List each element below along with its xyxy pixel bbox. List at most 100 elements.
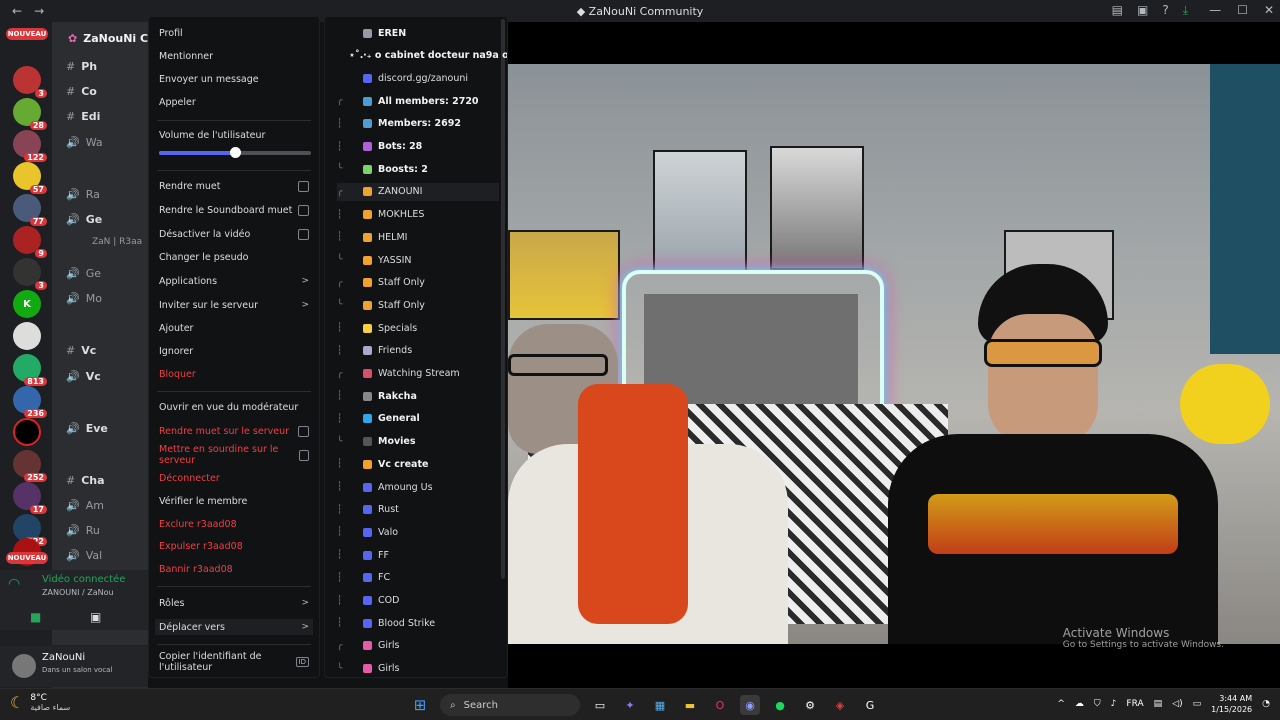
server-icon[interactable]: 122: [13, 130, 47, 162]
cloud-icon[interactable]: ☁: [1075, 699, 1084, 709]
submenu-scrollbar[interactable]: [501, 19, 505, 579]
screen-share-icon[interactable]: ▣: [90, 610, 101, 624]
server-icon[interactable]: 17: [13, 482, 47, 514]
move-target-channel[interactable]: ┆ Amoung Us: [337, 478, 499, 496]
menu-ban[interactable]: Bannir r3aad08: [159, 561, 309, 577]
taskbar-search[interactable]: ⌕ Search: [440, 694, 580, 716]
channel-item[interactable]: # Co: [66, 85, 97, 98]
channel-item[interactable]: # Edi: [66, 110, 100, 123]
move-target-channel[interactable]: ╰ Staff Only: [337, 296, 499, 314]
move-target-channel[interactable]: ┆ Vc create: [337, 455, 499, 473]
menu-call[interactable]: Appeler: [159, 94, 309, 110]
language-indicator[interactable]: FRA: [1126, 699, 1143, 709]
download-icon[interactable]: ⤓: [1183, 3, 1188, 18]
server-icon[interactable]: 28: [13, 98, 47, 130]
voice-channel-item[interactable]: 🔊 Ru: [66, 524, 100, 537]
move-target-channel[interactable]: ┆ FC: [337, 569, 499, 587]
voice-channel-item[interactable]: 🔊 Ra: [66, 188, 100, 201]
voice-user[interactable]: ZaN | R3aa: [86, 237, 142, 247]
minimize-icon[interactable]: —: [1209, 3, 1221, 17]
server-icon[interactable]: 813: [13, 354, 47, 386]
move-target-channel[interactable]: ╭ Watching Stream: [337, 365, 499, 383]
weather-widget[interactable]: ☾ 8°C سماء صافية: [10, 693, 70, 712]
menu-server-deafen[interactable]: Mettre en sourdine sur le serveur: [159, 444, 309, 466]
menu-kick[interactable]: Exclure r3aad08: [159, 516, 309, 532]
move-target-channel[interactable]: ┆ MOKHLES: [337, 206, 499, 224]
menu-change-nickname[interactable]: Changer le pseudo: [159, 249, 309, 265]
server-icon[interactable]: [13, 418, 41, 446]
spotify-icon[interactable]: ●: [770, 695, 790, 715]
move-target-channel[interactable]: ┆ Members: 2692: [337, 115, 499, 133]
screen-icon[interactable]: ▣: [1137, 3, 1148, 18]
voice-channel-name[interactable]: ZANOUNI / ZaNou: [42, 588, 114, 597]
menu-verify-member[interactable]: Vérifier le membre: [159, 493, 309, 509]
mute-checkbox[interactable]: [298, 180, 309, 192]
battery-icon[interactable]: ▭: [1193, 699, 1202, 709]
move-target-channel[interactable]: EREN: [337, 24, 499, 42]
move-target-channel[interactable]: ╰ YASSIN: [337, 251, 499, 269]
voice-channel-item[interactable]: 🔊 Val: [66, 549, 102, 562]
move-target-channel[interactable]: ╰ Movies: [337, 433, 499, 451]
menu-invite[interactable]: Inviter sur le serveur >: [159, 297, 309, 313]
store-icon[interactable]: ▦: [650, 695, 670, 715]
server-icon[interactable]: [13, 322, 41, 350]
menu-moderator-view[interactable]: Ouvrir en vue du modérateur: [159, 399, 309, 415]
windows-start-icon[interactable]: ⊞: [410, 695, 430, 715]
camera-icon[interactable]: ■: [30, 610, 41, 624]
slider-handle[interactable]: [230, 147, 241, 158]
video-checkbox[interactable]: [298, 228, 309, 240]
move-target-channel[interactable]: ┆ FF: [337, 546, 499, 564]
move-target-channel[interactable]: ╰ Girls: [337, 660, 499, 677]
voice-channel-item[interactable]: 🔊 Wa: [66, 136, 103, 149]
move-target-channel[interactable]: ┆ COD: [337, 592, 499, 610]
server-icon[interactable]: 236: [13, 386, 47, 418]
menu-disconnect[interactable]: Déconnecter: [159, 470, 309, 486]
back-arrow-icon[interactable]: ←: [12, 4, 22, 18]
menu-copy-user-id[interactable]: Copier l'identifiant de l'utilisateur ID: [159, 651, 309, 673]
discord-icon[interactable]: ◉: [740, 695, 760, 715]
server-icon[interactable]: 252: [13, 450, 47, 482]
forward-arrow-icon[interactable]: →: [34, 4, 44, 18]
network-icon[interactable]: ▤: [1154, 699, 1163, 709]
voice-channel-item[interactable]: 🔊 Eve: [66, 422, 108, 435]
menu-applications[interactable]: Applications >: [159, 273, 309, 289]
menu-send-message[interactable]: Envoyer un message: [159, 71, 309, 87]
close-icon[interactable]: ✕: [1264, 3, 1274, 17]
server-icon[interactable]: 57: [13, 162, 47, 194]
opera-gx-icon[interactable]: O: [710, 695, 730, 715]
menu-block[interactable]: Bloquer: [159, 366, 309, 382]
server-header[interactable]: ✿ ZaNouNi Com: [52, 22, 148, 54]
server-icon[interactable]: 3: [13, 258, 47, 290]
avatar[interactable]: [12, 654, 36, 678]
move-target-channel[interactable]: ┆ Bots: 28: [337, 138, 499, 156]
server-icon[interactable]: K: [13, 290, 41, 318]
microphone-icon[interactable]: ♪: [1111, 699, 1117, 709]
voice-channel-item[interactable]: 🔊 Ge: [66, 267, 101, 280]
logitech-icon[interactable]: G: [860, 695, 880, 715]
menu-server-mute[interactable]: Rendre muet sur le serveur: [159, 423, 309, 439]
volume-icon[interactable]: ◁): [1172, 699, 1182, 709]
video-stream[interactable]: Activate Windows Go to Settings to activ…: [508, 22, 1280, 688]
voice-channel-item[interactable]: 🔊 Vc: [66, 370, 101, 383]
menu-roles[interactable]: Rôles >: [159, 595, 309, 611]
task-view-icon[interactable]: ▭: [590, 695, 610, 715]
menu-ignore[interactable]: Ignorer: [159, 343, 309, 359]
move-target-channel[interactable]: ┆ Rakcha: [337, 387, 499, 405]
maximize-icon[interactable]: ☐: [1237, 3, 1248, 17]
channel-item[interactable]: # Ph: [66, 60, 97, 73]
menu-timeout[interactable]: Expulser r3aad08: [159, 538, 309, 554]
move-target-channel[interactable]: ┆ Specials: [337, 319, 499, 337]
server-icon[interactable]: 77: [13, 194, 47, 226]
move-target-channel[interactable]: ╭ All members: 2720: [337, 92, 499, 110]
move-target-channel[interactable]: ╭ ZANOUNI: [337, 182, 499, 201]
menu-disable-video[interactable]: Désactiver la vidéo: [159, 226, 309, 242]
server-icon[interactable]: 9: [13, 226, 47, 258]
menu-add[interactable]: Ajouter: [159, 320, 309, 336]
channel-item[interactable]: # Vc: [66, 344, 96, 357]
voice-channel-item[interactable]: 🔊 Ge: [66, 213, 102, 226]
clock[interactable]: 3:44 AM 1/15/2026: [1211, 693, 1252, 715]
notification-icon[interactable]: ◔: [1262, 699, 1270, 709]
user-volume-slider[interactable]: [159, 147, 311, 158]
soundboard-checkbox[interactable]: [298, 204, 309, 216]
file-explorer-icon[interactable]: ▬: [680, 695, 700, 715]
